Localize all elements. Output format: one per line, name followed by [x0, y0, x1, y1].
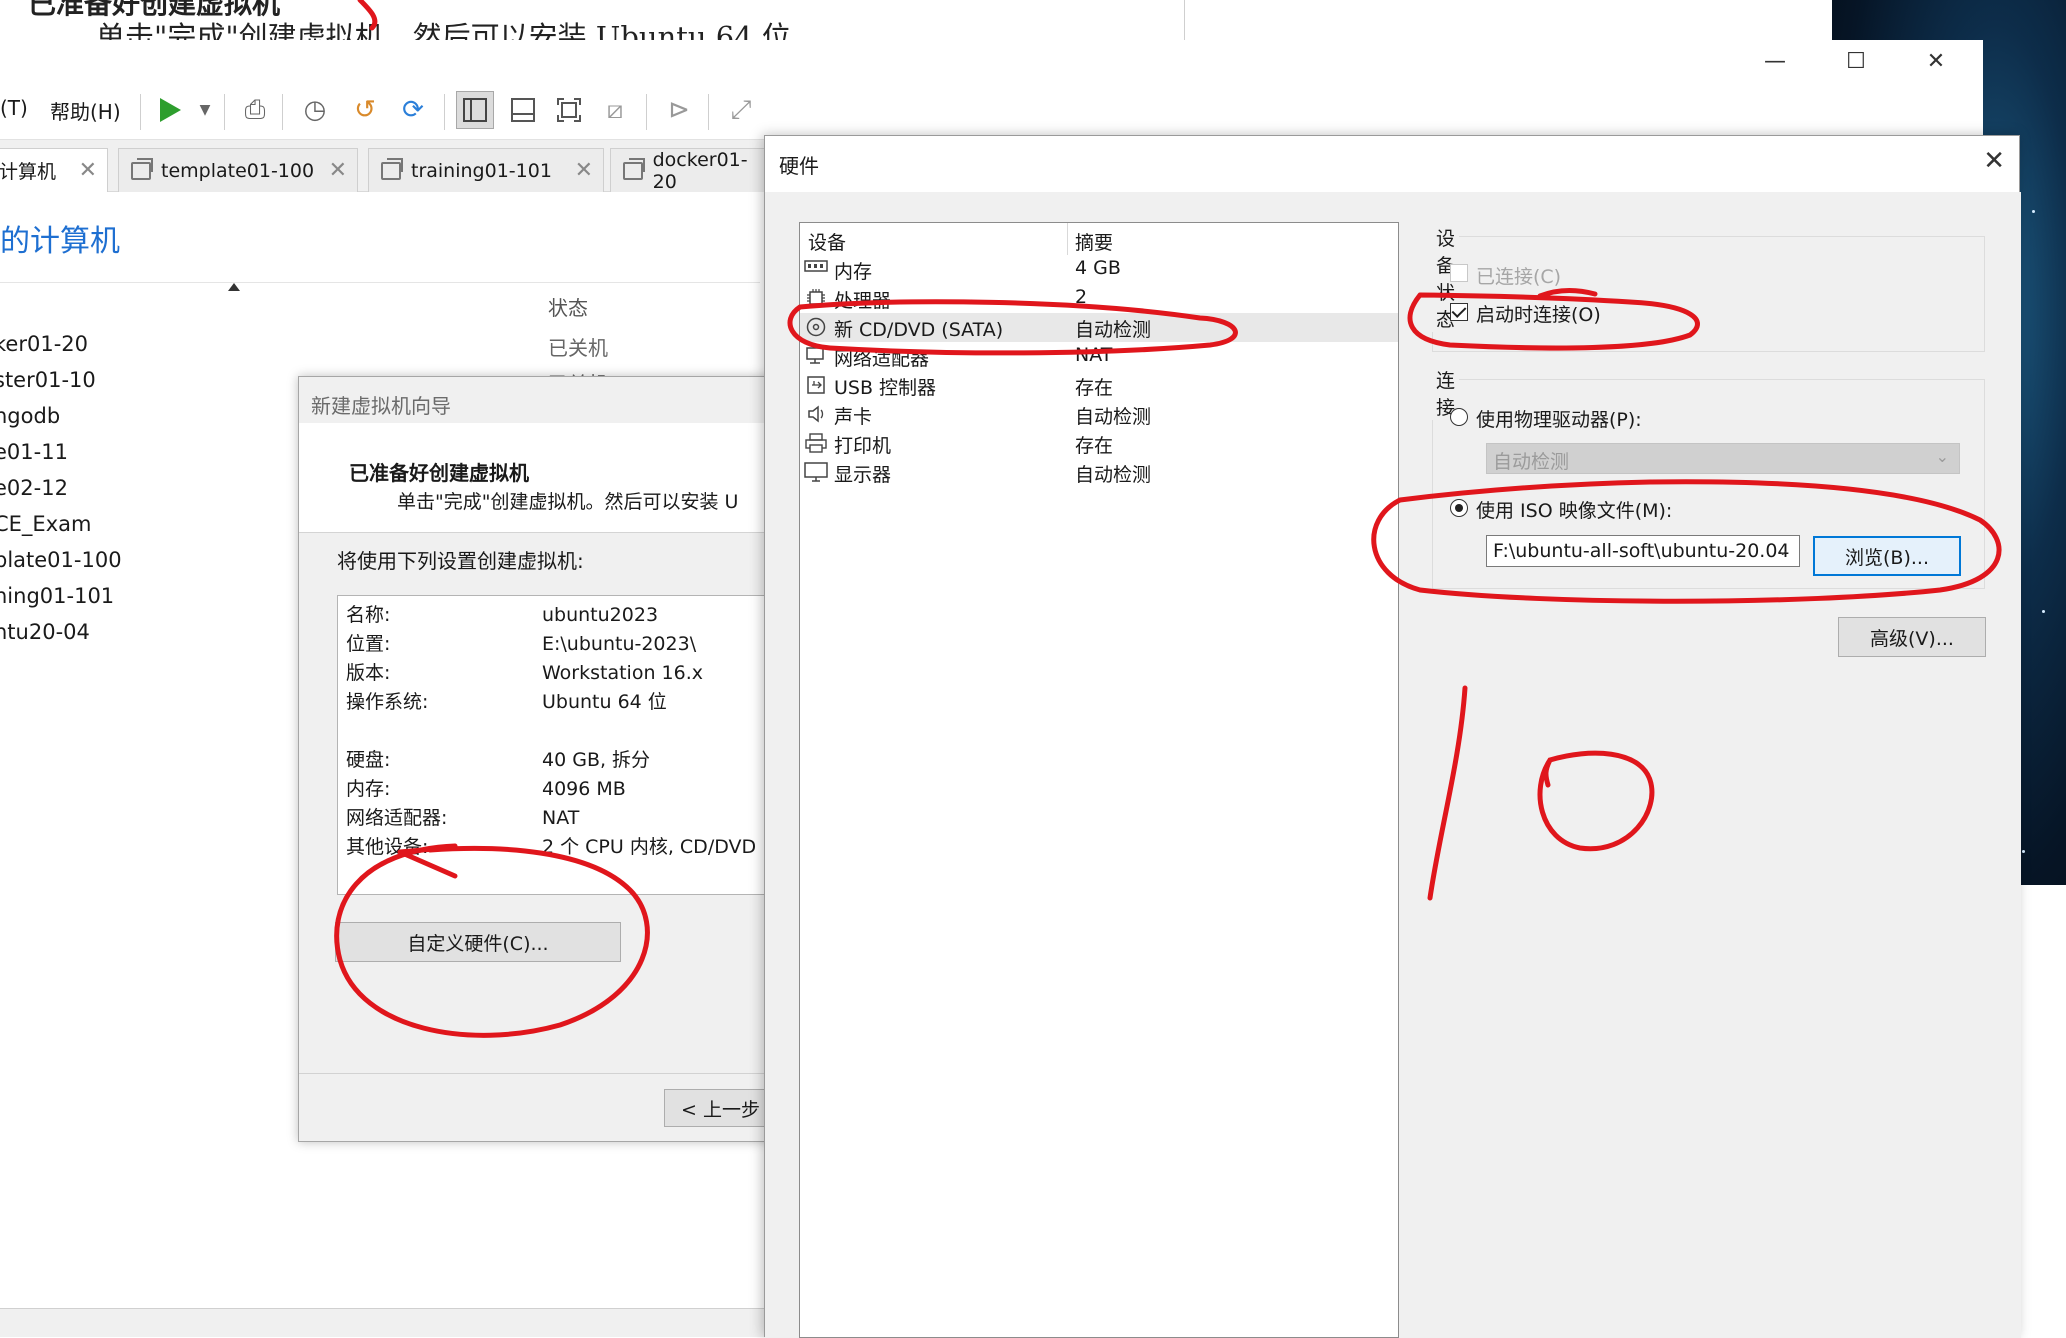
speaker-icon [804, 404, 828, 424]
vmware-titlebar: — ☐ ✕ [0, 40, 1983, 82]
printer-icon [804, 433, 828, 453]
vm-list-item[interactable]: ntu20-04 [0, 620, 90, 644]
vm-list-item[interactable]: ker01-20 [0, 332, 88, 356]
revert-snapshot-icon[interactable]: ↺ [346, 91, 384, 129]
device-row-network[interactable]: 网络适配器 NAT [800, 342, 1398, 371]
close-icon[interactable]: ✕ [79, 158, 97, 183]
tab-docker01-20[interactable]: docker01-20 [610, 148, 770, 193]
vm-list-item[interactable]: ning01-101 [0, 584, 114, 608]
menu-help[interactable]: 帮助(H) [50, 96, 121, 125]
close-icon[interactable]: ✕ [329, 158, 347, 183]
vm-icon [381, 157, 403, 180]
iso-image-radio[interactable] [1450, 499, 1468, 517]
snapshot-icon[interactable]: ◷ [296, 91, 334, 129]
snapshot-manager-icon[interactable]: ⟳ [394, 91, 432, 129]
customize-hardware-button[interactable]: 自定义硬件(C)... [335, 922, 621, 962]
document-line: 单击"完成"创建虚拟机。然后可以安装 Ubuntu 64 位 [96, 20, 791, 40]
thumbnail-view-icon[interactable] [504, 91, 542, 129]
tab-my-computer[interactable]: 计算机 ✕ [0, 148, 108, 192]
console-icon[interactable]: ⊳ [660, 91, 698, 129]
dialog-title: 新建虚拟机向导 [311, 394, 451, 418]
vm-icon [131, 157, 153, 180]
device-status-group [1432, 236, 1985, 352]
setting-row: 网络适配器: NAT [346, 807, 580, 829]
sort-arrow-icon[interactable] [228, 283, 240, 291]
column-header-summary[interactable]: 摘要 [1075, 228, 1113, 255]
cpu-icon [804, 288, 828, 308]
device-row-printer[interactable]: 打印机 存在 [800, 429, 1398, 458]
unity-icon[interactable]: ⧄ [596, 91, 634, 129]
connect-on-power-checkbox[interactable] [1450, 303, 1468, 321]
minimize-button[interactable]: — [1745, 44, 1805, 78]
chevron-down-icon[interactable]: ⌄ [1776, 540, 1789, 559]
setting-row: 位置: E:\ubuntu-2023\ [346, 633, 697, 655]
device-row-cd-dvd[interactable]: 新 CD/DVD (SATA) 自动检测 [800, 313, 1398, 342]
close-button[interactable]: ✕ [1906, 44, 1966, 78]
column-header-device[interactable]: 设备 [808, 228, 846, 255]
physical-drive-radio[interactable] [1450, 408, 1468, 426]
vm-list-item[interactable]: e02-12 [0, 476, 68, 500]
tab-template01-100[interactable]: template01-100 ✕ [118, 148, 358, 192]
device-list: 设备 摘要 内存 4 GB 处理器 2 新 CD/DVD (SATA) 自动检测 [799, 222, 1399, 1338]
library-view-icon[interactable] [456, 91, 494, 129]
setting-row: 其他设备: 2 个 CPU 内核, CD/DVD [346, 836, 757, 858]
background-document: 已准备好创建虚拟机 单击"完成"创建虚拟机。然后可以安装 Ubuntu 64 位 [0, 0, 1185, 40]
maximize-button[interactable]: ☐ [1826, 44, 1886, 78]
physical-drive-select[interactable]: 自动检测 ⌄ [1486, 443, 1960, 474]
browse-button[interactable]: 浏览(B)... [1813, 536, 1961, 576]
connected-label: 已连接(C) [1476, 266, 1562, 288]
memory-icon [804, 259, 828, 279]
usb-icon [804, 375, 828, 395]
power-on-icon[interactable] [150, 91, 188, 129]
network-icon [804, 346, 828, 366]
wizard-heading: 已准备好创建虚拟机 [349, 461, 529, 485]
setting-row: 操作系统: Ubuntu 64 位 [346, 691, 667, 713]
monitor-icon [804, 462, 828, 482]
chevron-down-icon: ⌄ [1935, 447, 1949, 466]
setting-row: 名称: ubuntu2023 [346, 604, 659, 626]
vm-list-item[interactable]: ster01-10 [0, 368, 96, 392]
setting-row: 硬盘: 40 GB, 拆分 [346, 749, 651, 771]
send-keys-icon[interactable]: ⎙ [236, 91, 274, 129]
column-header-status[interactable]: 状态 [548, 292, 588, 321]
connect-on-power-label: 启动时连接(O) [1476, 304, 1601, 326]
device-row-sound[interactable]: 声卡 自动检测 [800, 400, 1398, 429]
device-row-processor[interactable]: 处理器 2 [800, 284, 1398, 313]
device-list-header: 设备 摘要 [800, 223, 1400, 255]
chevron-down-icon[interactable]: ▼ [186, 91, 224, 129]
vm-list-item[interactable]: e01-11 [0, 440, 68, 464]
stretch-icon[interactable]: ⤢ [722, 91, 760, 129]
close-icon[interactable]: ✕ [575, 158, 593, 183]
tab-label: 计算机 [0, 161, 57, 183]
setting-row: 版本: Workstation 16.x [346, 662, 703, 684]
fullscreen-icon[interactable] [550, 91, 588, 129]
cd-icon [804, 317, 828, 337]
advanced-button[interactable]: 高级(V)... [1838, 617, 1986, 657]
vm-list-item[interactable]: ngodb [0, 404, 60, 428]
vm-list-item[interactable]: CE_Exam [0, 512, 91, 536]
device-row-memory[interactable]: 内存 4 GB [800, 255, 1398, 284]
device-row-display[interactable]: 显示器 自动检测 [800, 458, 1398, 487]
tab-training01-101[interactable]: training01-101 ✕ [368, 148, 604, 192]
tab-label: training01-101 [411, 159, 552, 182]
wizard-intro: 将使用下列设置创建虚拟机: [337, 549, 584, 573]
iso-image-label: 使用 ISO 映像文件(M): [1476, 500, 1673, 522]
tab-label: template01-100 [161, 159, 315, 182]
tab-label: docker01-20 [652, 148, 748, 193]
vm-icon [623, 157, 645, 180]
vm-list-item[interactable]: plate01-100 [0, 548, 122, 572]
menu-tools[interactable]: (T) [0, 96, 28, 120]
iso-path-input[interactable]: F:\ubuntu-all-soft\ubuntu-20.04 [1486, 535, 1800, 567]
dialog-title: 硬件 [779, 154, 819, 178]
physical-drive-label: 使用物理驱动器(P): [1476, 409, 1642, 431]
vm-status: 已关机 [548, 336, 608, 360]
library-title: 我的计算机 [0, 224, 120, 259]
setting-row: 内存: 4096 MB [346, 778, 626, 800]
connected-checkbox[interactable] [1450, 264, 1468, 282]
device-row-usb[interactable]: USB 控制器 存在 [800, 371, 1398, 400]
close-icon[interactable]: ✕ [1983, 146, 2005, 176]
hardware-dialog-body: 设备 摘要 内存 4 GB 处理器 2 新 CD/DVD (SATA) 自动检测 [765, 192, 2021, 1338]
wizard-subheading: 单击"完成"创建虚拟机。然后可以安装 U [397, 491, 739, 513]
